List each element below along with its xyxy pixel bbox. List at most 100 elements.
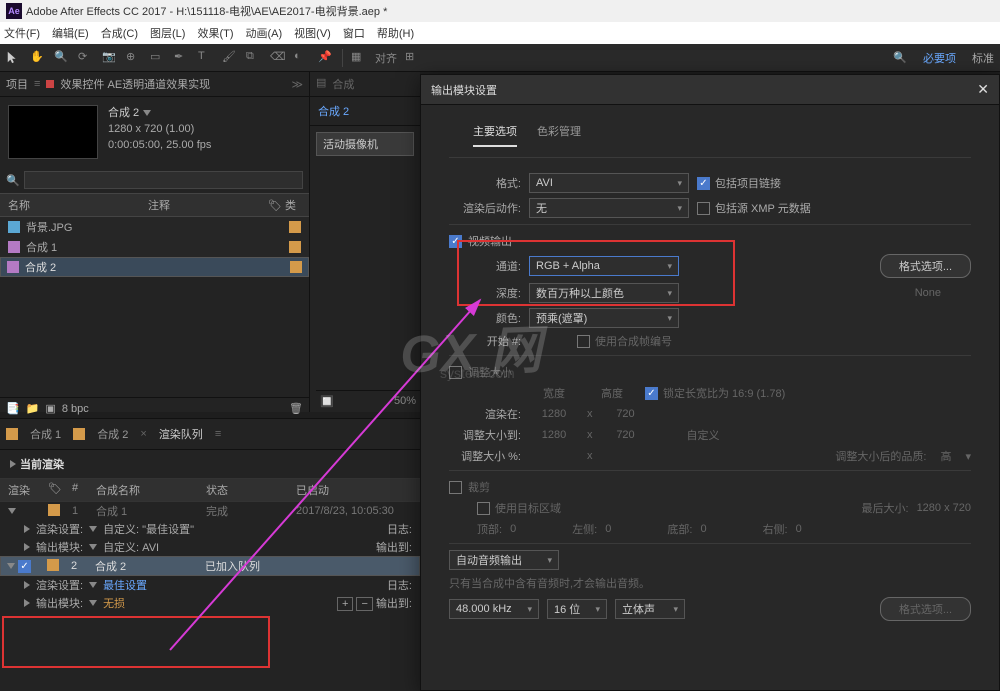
interpret-icon[interactable]: 📑 <box>6 402 20 415</box>
menu-help[interactable]: 帮助(H) <box>377 25 414 41</box>
menu-file[interactable]: 文件(F) <box>4 25 40 41</box>
comp-icon[interactable]: 合成 <box>332 76 354 92</box>
audio-output-select[interactable]: 自动音频输出▾ <box>449 550 559 570</box>
new-folder-icon[interactable]: 📁 <box>26 402 40 415</box>
selection-tool-icon[interactable] <box>6 50 22 66</box>
bpc-label[interactable]: 8 bpc <box>62 403 89 415</box>
triangle-icon[interactable] <box>24 543 30 551</box>
new-comp-icon[interactable]: ▣ <box>45 402 55 415</box>
dialog-titlebar: 输出模块设置 ✕ <box>421 75 999 105</box>
post-render-select[interactable]: 无▾ <box>529 198 689 218</box>
stamp-tool-icon[interactable]: ⧉ <box>246 50 262 66</box>
roto-tool-icon[interactable]: ◐ <box>294 50 310 66</box>
text-tool-icon[interactable]: T <box>198 50 214 66</box>
col-name[interactable]: 名称 <box>8 197 148 213</box>
camera-tool-icon[interactable]: 📷 <box>102 50 118 66</box>
pen-tool-icon[interactable]: ✒ <box>174 50 190 66</box>
resize-checkbox[interactable] <box>449 366 462 379</box>
list-item[interactable]: 合成 1 <box>0 237 309 257</box>
search-icon[interactable]: 🔍 <box>6 174 20 187</box>
triangle-icon[interactable] <box>24 581 30 589</box>
layer-icon[interactable]: ▤ <box>316 76 326 92</box>
audio-bits-select[interactable]: 16 位▾ <box>547 599 607 619</box>
comp-tab[interactable]: 合成 2 <box>310 97 420 126</box>
shape-tool-icon[interactable]: ▭ <box>150 50 166 66</box>
close-icon[interactable]: ✕ <box>977 81 989 98</box>
workspace-standard[interactable]: 标准 <box>972 50 994 66</box>
color-select[interactable]: 预乘(遮罩)▾ <box>529 308 679 328</box>
chevron-down-icon[interactable] <box>89 526 97 532</box>
magnify-icon[interactable]: 🔲 <box>320 395 334 408</box>
triangle-icon[interactable] <box>24 599 30 607</box>
label-icon <box>73 428 85 440</box>
depth-select[interactable]: 数百万种以上颜色▾ <box>529 283 679 303</box>
snap-icon[interactable]: ▦ <box>351 50 367 66</box>
audio-format-options-button[interactable]: 格式选项... <box>880 597 971 621</box>
video-output-checkbox[interactable]: ✓ <box>449 235 462 248</box>
format-select[interactable]: AVI▾ <box>529 173 689 193</box>
tag-icon: 🏷 <box>268 200 282 212</box>
rotate-tool-icon[interactable]: ⟳ <box>78 50 94 66</box>
triangle-icon[interactable] <box>24 525 30 533</box>
render-checkbox[interactable]: ✓ <box>18 560 31 573</box>
remove-output-icon[interactable]: − <box>356 597 372 611</box>
zoom-value[interactable]: 50% <box>394 395 416 408</box>
menu-animation[interactable]: 动画(A) <box>246 25 283 41</box>
workspace-essential[interactable]: 必要项 <box>923 50 956 66</box>
output-module-link[interactable]: 无损 <box>103 595 125 611</box>
render-settings-link[interactable]: 最佳设置 <box>103 577 147 593</box>
chevron-down-icon[interactable] <box>143 110 151 116</box>
include-project-link-checkbox[interactable]: ✓ <box>697 177 710 190</box>
crop-checkbox[interactable] <box>449 481 462 494</box>
menu-effect[interactable]: 效果(T) <box>197 25 233 41</box>
puppet-tool-icon[interactable]: 📌 <box>318 50 334 66</box>
chevron-down-icon[interactable] <box>89 544 97 550</box>
trash-icon[interactable]: 🗑 <box>289 402 303 415</box>
render-item[interactable]: ✓ 2 合成 2 已加入队列 <box>0 556 420 576</box>
brush-tool-icon[interactable]: 🖌 <box>222 50 238 66</box>
menu-layer[interactable]: 图层(L) <box>150 25 185 41</box>
audio-channels-select[interactable]: 立体声▾ <box>615 599 685 619</box>
search-icon[interactable]: 🔍 <box>893 51 907 64</box>
col-comment[interactable]: 注释 <box>148 197 268 213</box>
menu-view[interactable]: 视图(V) <box>294 25 331 41</box>
snap-opt-icon[interactable]: ⊞ <box>405 50 421 66</box>
eraser-tool-icon[interactable]: ⌫ <box>270 50 286 66</box>
render-item[interactable]: 1 合成 1 完成 2017/8/23, 10:05:30 <box>0 502 420 520</box>
zoom-tool-icon[interactable]: 🔍 <box>54 50 70 66</box>
list-item[interactable]: 背景.JPG <box>0 217 309 237</box>
triangle-icon[interactable] <box>7 563 15 569</box>
tab-render-queue[interactable]: 渲染队列 <box>151 423 211 445</box>
effect-controls-tab[interactable]: 效果控件 AE透明通道效果实现 <box>60 76 210 92</box>
comp-dimensions: 1280 x 720 (1.00) <box>108 121 211 137</box>
project-search-input[interactable] <box>24 171 303 189</box>
active-camera-select[interactable]: 活动摄像机 <box>316 132 414 156</box>
col-type[interactable]: 类 <box>285 200 296 212</box>
list-item[interactable]: 合成 2 <box>0 257 309 277</box>
menu-window[interactable]: 窗口 <box>343 25 365 41</box>
tab-comp1[interactable]: 合成 1 <box>22 423 69 445</box>
crop-label: 裁剪 <box>468 479 490 495</box>
tab-comp2[interactable]: 合成 2 <box>89 423 136 445</box>
triangle-icon[interactable] <box>10 460 16 468</box>
col-started: 已启动 <box>296 482 412 498</box>
add-output-icon[interactable]: + <box>337 597 353 611</box>
format-options-button[interactable]: 格式选项... <box>880 254 971 278</box>
render-settings-value[interactable]: 自定义: "最佳设置" <box>103 521 194 537</box>
channel-select[interactable]: RGB + Alpha▾ <box>529 256 679 276</box>
tab-main-options[interactable]: 主要选项 <box>473 123 517 147</box>
anchor-tool-icon[interactable]: ⊕ <box>126 50 142 66</box>
hand-tool-icon[interactable]: ✋ <box>30 50 46 66</box>
chevron-down-icon[interactable] <box>89 600 97 606</box>
audio-rate-select[interactable]: 48.000 kHz▾ <box>449 599 539 619</box>
menu-composition[interactable]: 合成(C) <box>101 25 138 41</box>
project-tab[interactable]: 项目 <box>6 76 28 92</box>
menu-edit[interactable]: 编辑(E) <box>52 25 89 41</box>
triangle-icon[interactable] <box>8 508 16 514</box>
label-icon <box>47 559 59 571</box>
tab-color-management[interactable]: 色彩管理 <box>537 123 581 147</box>
include-xmp-checkbox[interactable] <box>697 202 710 215</box>
toolbar: ✋ 🔍 ⟳ 📷 ⊕ ▭ ✒ T 🖌 ⧉ ⌫ ◐ 📌 ▦ 对齐 ⊞ 🔍 必要项 标… <box>0 44 1000 72</box>
chevron-down-icon[interactable] <box>89 582 97 588</box>
output-module-value[interactable]: 自定义: AVI <box>103 539 159 555</box>
